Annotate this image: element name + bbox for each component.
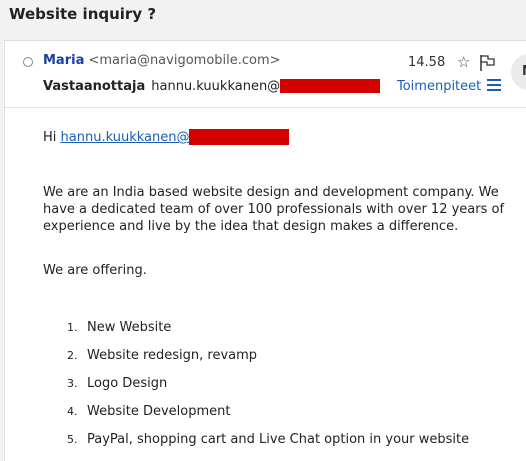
- email-subject: Website inquiry ?: [9, 5, 157, 23]
- message-time: 14.58: [408, 55, 446, 70]
- offer-list: New Website Website redesign, revamp Log…: [43, 319, 526, 448]
- message-card: Maria <maria@navigomobile.com> Vastaanot…: [4, 40, 526, 461]
- recipient-label: Vastaanottaja: [43, 79, 146, 94]
- hamburger-icon: [487, 79, 502, 91]
- actions-button[interactable]: Toimenpiteet: [397, 79, 502, 94]
- list-item: New Website: [81, 319, 526, 336]
- message-body: Hi hannu.kuukkanen@ We are an India base…: [43, 128, 526, 459]
- recipient-email: hannu.kuukkanen@: [151, 79, 281, 94]
- offering-line: We are offering.: [43, 263, 147, 278]
- star-icon[interactable]: ☆: [457, 53, 470, 71]
- sender-line: Maria <maria@navigomobile.com>: [43, 53, 281, 68]
- greeting-email-link[interactable]: hannu.kuukkanen@: [61, 130, 190, 145]
- greeting: Hi hannu.kuukkanen@: [43, 128, 526, 146]
- actions-label: Toimenpiteet: [397, 79, 482, 94]
- redaction-bar: [280, 78, 381, 93]
- list-item: Logo Design: [81, 375, 526, 392]
- list-item: Website redesign, revamp: [81, 347, 526, 364]
- greeting-prefix: Hi: [43, 130, 61, 145]
- sender-name[interactable]: Maria: [43, 53, 84, 68]
- redaction-bar: [189, 128, 290, 145]
- sender-email: <maria@navigomobile.com>: [88, 53, 281, 68]
- list-item: PayPal, shopping cart and Live Chat opti…: [81, 431, 526, 448]
- side-avatar-button[interactable]: M: [511, 54, 526, 90]
- radio-icon[interactable]: [23, 57, 33, 67]
- message-header: Maria <maria@navigomobile.com> Vastaanot…: [5, 41, 526, 108]
- flag-icon[interactable]: [478, 54, 496, 72]
- list-item: Website Development: [81, 403, 526, 420]
- intro-paragraph: We are an India based website design and…: [43, 185, 505, 234]
- recipient-line: Vastaanottaja hannu.kuukkanen@: [43, 78, 381, 94]
